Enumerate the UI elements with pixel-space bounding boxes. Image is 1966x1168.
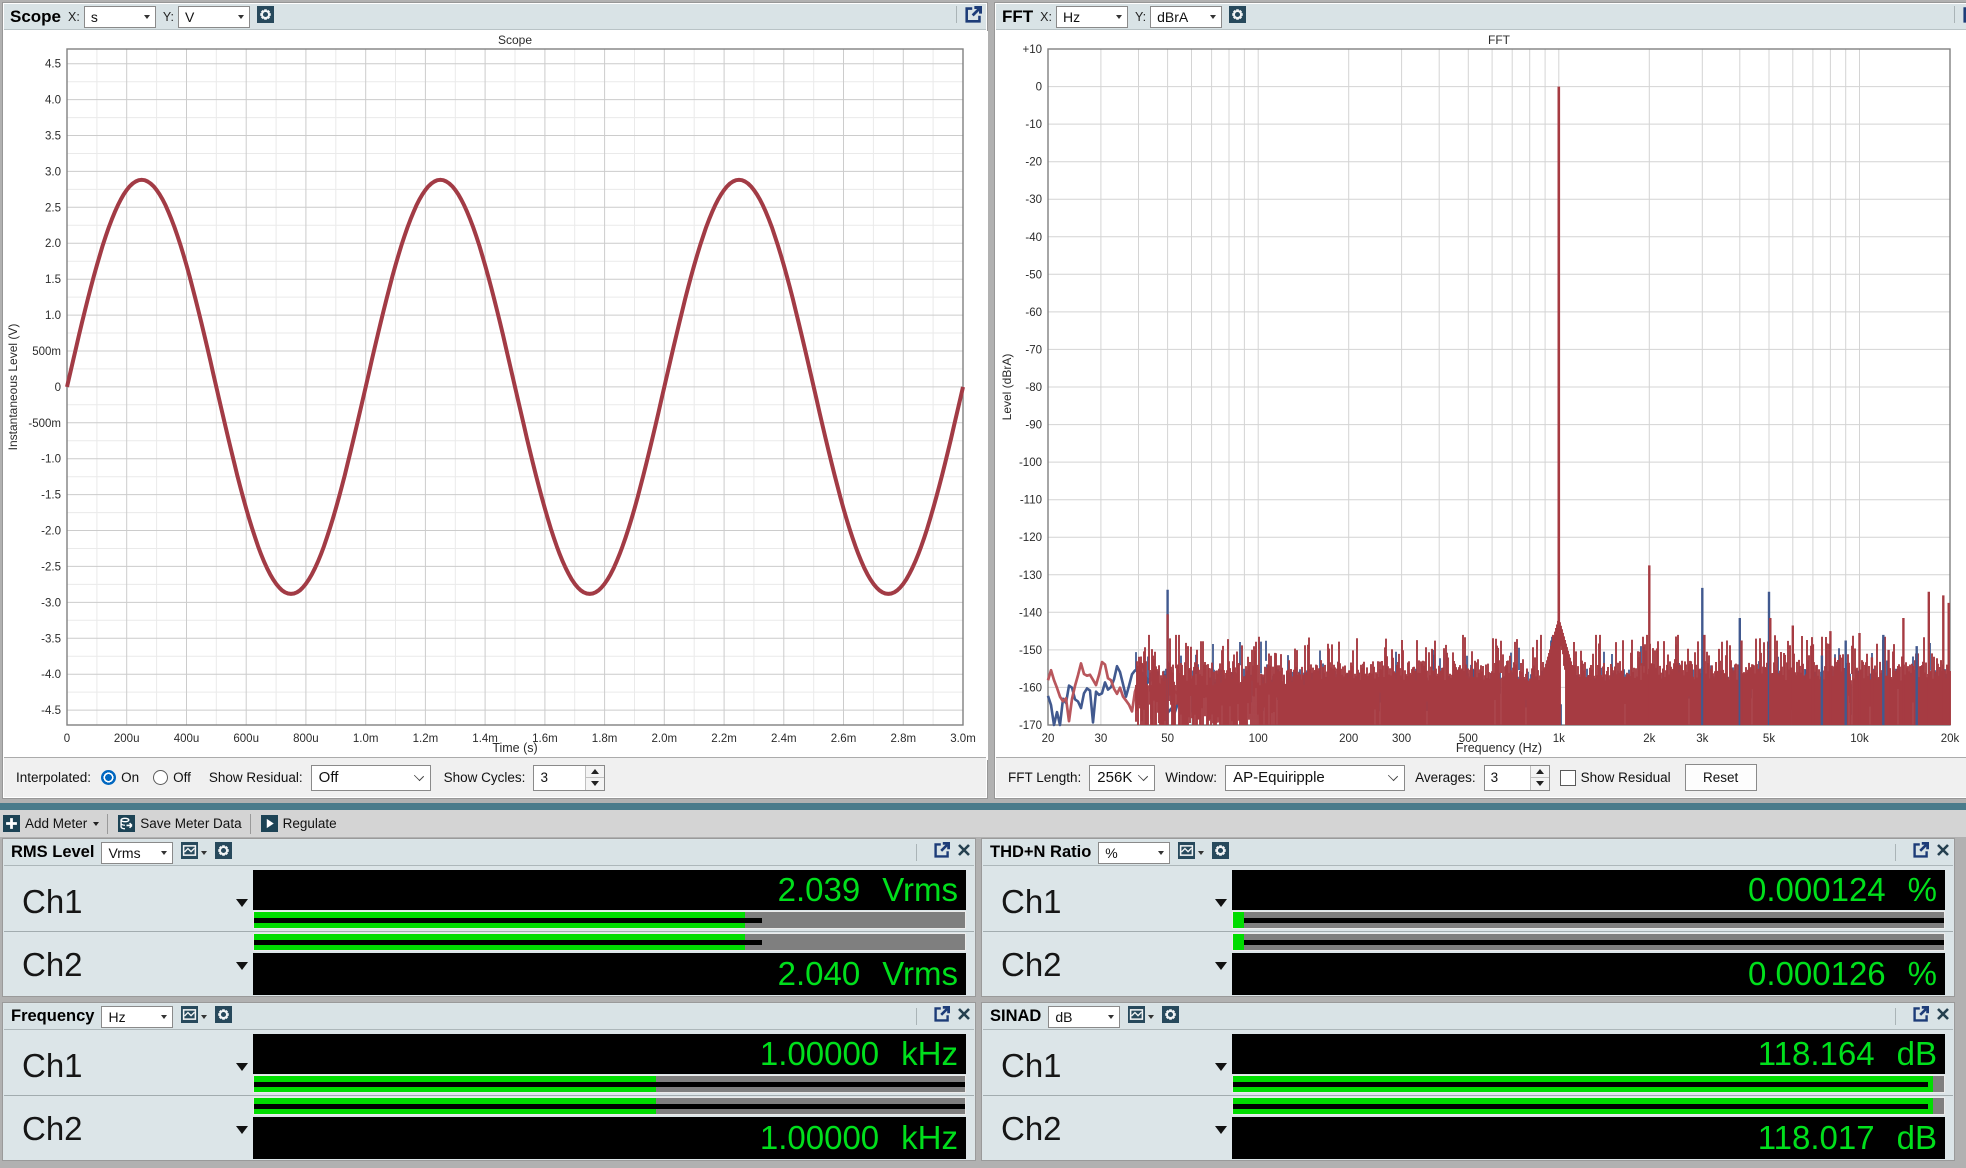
svg-text:FFT: FFT (1488, 33, 1511, 47)
svg-text:200: 200 (1339, 733, 1358, 745)
svg-text:1.0: 1.0 (45, 310, 61, 322)
svg-text:1.0m: 1.0m (353, 733, 379, 745)
svg-text:5k: 5k (1763, 733, 1775, 745)
svg-text:100: 100 (1249, 733, 1268, 745)
svg-text:-4.0: -4.0 (41, 669, 61, 681)
svg-text:300: 300 (1392, 733, 1411, 745)
svg-text:+10: +10 (1022, 44, 1042, 56)
svg-text:1.2m: 1.2m (413, 733, 439, 745)
svg-text:-70: -70 (1025, 344, 1042, 356)
svg-text:1k: 1k (1553, 733, 1565, 745)
svg-text:Frequency (Hz): Frequency (Hz) (1456, 741, 1542, 755)
svg-text:20k: 20k (1941, 733, 1960, 745)
svg-text:-30: -30 (1025, 194, 1042, 206)
svg-text:-1.5: -1.5 (41, 490, 61, 502)
svg-text:Level (dBrA): Level (dBrA) (1000, 354, 1014, 421)
svg-text:3.0: 3.0 (45, 166, 61, 178)
svg-text:3.5: 3.5 (45, 131, 61, 143)
svg-text:-90: -90 (1025, 420, 1042, 432)
svg-text:-120: -120 (1019, 532, 1042, 544)
svg-text:4.0: 4.0 (45, 95, 61, 107)
svg-text:-2.0: -2.0 (41, 526, 61, 538)
svg-text:30: 30 (1095, 733, 1108, 745)
svg-text:0: 0 (64, 733, 70, 745)
svg-text:3.0m: 3.0m (950, 733, 976, 745)
svg-text:-110: -110 (1020, 495, 1042, 507)
svg-text:-50: -50 (1025, 269, 1042, 281)
svg-text:-100: -100 (1019, 457, 1042, 469)
svg-text:500m: 500m (32, 346, 61, 358)
svg-text:10k: 10k (1850, 733, 1869, 745)
svg-text:200u: 200u (114, 733, 140, 745)
svg-text:3k: 3k (1696, 733, 1708, 745)
svg-text:2k: 2k (1643, 733, 1655, 745)
svg-text:1.8m: 1.8m (592, 733, 618, 745)
svg-text:-1.0: -1.0 (41, 454, 61, 466)
svg-text:-3.0: -3.0 (41, 597, 61, 609)
svg-text:2.8m: 2.8m (891, 733, 917, 745)
svg-text:-80: -80 (1025, 382, 1042, 394)
svg-text:50: 50 (1161, 733, 1174, 745)
svg-text:Scope: Scope (498, 33, 532, 47)
svg-text:800u: 800u (293, 733, 319, 745)
svg-text:2.4m: 2.4m (771, 733, 797, 745)
svg-text:-160: -160 (1019, 682, 1042, 694)
svg-text:Instantaneous Level (V): Instantaneous Level (V) (6, 324, 20, 451)
svg-text:-3.5: -3.5 (41, 633, 61, 645)
svg-text:-500m: -500m (28, 418, 61, 430)
svg-text:2.5: 2.5 (45, 202, 61, 214)
svg-text:-4.5: -4.5 (41, 705, 61, 717)
svg-text:0: 0 (55, 382, 61, 394)
svg-text:0: 0 (1036, 82, 1042, 94)
svg-text:-60: -60 (1025, 307, 1042, 319)
svg-text:-150: -150 (1019, 645, 1042, 657)
svg-text:20: 20 (1042, 733, 1055, 745)
svg-text:-20: -20 (1025, 157, 1042, 169)
svg-text:2.0: 2.0 (45, 238, 61, 250)
svg-text:Time (s): Time (s) (492, 741, 537, 755)
svg-text:2.2m: 2.2m (711, 733, 737, 745)
svg-text:2.6m: 2.6m (831, 733, 857, 745)
svg-text:2.0m: 2.0m (652, 733, 678, 745)
svg-text:-2.5: -2.5 (41, 561, 61, 573)
svg-text:-40: -40 (1025, 232, 1042, 244)
svg-text:600u: 600u (233, 733, 259, 745)
svg-text:-170: -170 (1019, 720, 1042, 732)
svg-text:-130: -130 (1019, 570, 1042, 582)
svg-text:400u: 400u (174, 733, 200, 745)
svg-text:-140: -140 (1019, 607, 1042, 619)
svg-text:4.5: 4.5 (45, 59, 61, 71)
svg-text:1.5: 1.5 (45, 274, 61, 286)
svg-text:-10: -10 (1025, 119, 1042, 131)
